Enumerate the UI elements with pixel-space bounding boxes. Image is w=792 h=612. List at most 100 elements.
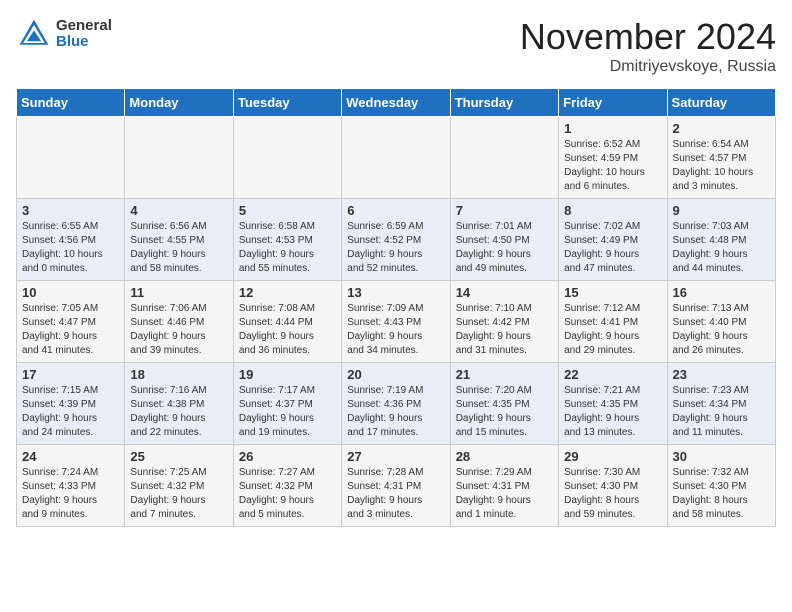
week-row-2: 3 Sunrise: 6:55 AM Sunset: 4:56 PM Daylig… bbox=[17, 199, 776, 281]
day-number: 19 bbox=[239, 367, 336, 382]
day-cell: 14 Sunrise: 7:10 AM Sunset: 4:42 PM Dayli… bbox=[450, 281, 558, 363]
header-tuesday: Tuesday bbox=[233, 89, 341, 117]
day-cell: 2Sunrise: 6:54 AM Sunset: 4:57 PM Daylig… bbox=[667, 117, 775, 199]
title-block: November 2024 Dmitriyevskoye, Russia bbox=[520, 16, 776, 76]
day-cell: 13 Sunrise: 7:09 AM Sunset: 4:43 PM Dayli… bbox=[342, 281, 450, 363]
logo-blue: Blue bbox=[56, 34, 112, 51]
day-cell: 15 Sunrise: 7:12 AM Sunset: 4:41 PM Dayli… bbox=[559, 281, 667, 363]
day-info: Sunrise: 7:02 AM Sunset: 4:49 PM Dayligh… bbox=[564, 220, 661, 276]
day-number: 12 bbox=[239, 285, 336, 300]
day-cell: 26Sunrise: 7:27 AM Sunset: 4:32 PM Dayli… bbox=[233, 445, 341, 527]
day-cell: 7 Sunrise: 7:01 AM Sunset: 4:50 PM Daylig… bbox=[450, 199, 558, 281]
day-info: Sunrise: 7:19 AM Sunset: 4:36 PM Dayligh… bbox=[347, 384, 444, 440]
day-info: Sunrise: 7:30 AM Sunset: 4:30 PM Dayligh… bbox=[564, 466, 661, 522]
day-info: Sunrise: 7:28 AM Sunset: 4:31 PM Dayligh… bbox=[347, 466, 444, 522]
day-cell: 20 Sunrise: 7:19 AM Sunset: 4:36 PM Dayli… bbox=[342, 363, 450, 445]
week-row-4: 17 Sunrise: 7:15 AM Sunset: 4:39 PM Dayli… bbox=[17, 363, 776, 445]
day-cell: 3 Sunrise: 6:55 AM Sunset: 4:56 PM Daylig… bbox=[17, 199, 125, 281]
day-number: 27 bbox=[347, 449, 444, 464]
day-number: 20 bbox=[347, 367, 444, 382]
day-info: Sunrise: 7:23 AM Sunset: 4:34 PM Dayligh… bbox=[673, 384, 770, 440]
day-info: Sunrise: 7:32 AM Sunset: 4:30 PM Dayligh… bbox=[673, 466, 770, 522]
day-number: 30 bbox=[673, 449, 770, 464]
day-number: 5 bbox=[239, 203, 336, 218]
logo-text: General Blue bbox=[56, 18, 112, 51]
day-number: 3 bbox=[22, 203, 119, 218]
day-number: 13 bbox=[347, 285, 444, 300]
day-cell: 12 Sunrise: 7:08 AM Sunset: 4:44 PM Dayli… bbox=[233, 281, 341, 363]
day-info: Sunrise: 7:03 AM Sunset: 4:48 PM Dayligh… bbox=[673, 220, 770, 276]
day-info: Sunrise: 6:59 AM Sunset: 4:52 PM Dayligh… bbox=[347, 220, 444, 276]
day-number: 15 bbox=[564, 285, 661, 300]
day-info: Sunrise: 7:29 AM Sunset: 4:31 PM Dayligh… bbox=[456, 466, 553, 522]
day-cell: 10 Sunrise: 7:05 AM Sunset: 4:47 PM Dayli… bbox=[17, 281, 125, 363]
day-info: Sunrise: 7:21 AM Sunset: 4:35 PM Dayligh… bbox=[564, 384, 661, 440]
day-cell: 11Sunrise: 7:06 AM Sunset: 4:46 PM Dayli… bbox=[125, 281, 233, 363]
month-title: November 2024 bbox=[520, 16, 776, 58]
location-title: Dmitriyevskoye, Russia bbox=[520, 58, 776, 76]
day-cell bbox=[342, 117, 450, 199]
week-row-1: 1 Sunrise: 6:52 AM Sunset: 4:59 PM Daylig… bbox=[17, 117, 776, 199]
day-cell bbox=[125, 117, 233, 199]
logo: General Blue bbox=[16, 16, 112, 52]
day-cell: 24 Sunrise: 7:24 AM Sunset: 4:33 PM Dayli… bbox=[17, 445, 125, 527]
day-number: 11 bbox=[130, 285, 227, 300]
day-info: Sunrise: 7:13 AM Sunset: 4:40 PM Dayligh… bbox=[673, 302, 770, 358]
day-cell: 27 Sunrise: 7:28 AM Sunset: 4:31 PM Dayli… bbox=[342, 445, 450, 527]
day-number: 23 bbox=[673, 367, 770, 382]
day-number: 21 bbox=[456, 367, 553, 382]
day-info: Sunrise: 7:08 AM Sunset: 4:44 PM Dayligh… bbox=[239, 302, 336, 358]
day-info: Sunrise: 6:55 AM Sunset: 4:56 PM Dayligh… bbox=[22, 220, 119, 276]
day-cell: 8 Sunrise: 7:02 AM Sunset: 4:49 PM Daylig… bbox=[559, 199, 667, 281]
page-header: General Blue November 2024 Dmitriyevskoy… bbox=[16, 16, 776, 76]
day-number: 18 bbox=[130, 367, 227, 382]
day-cell: 4Sunrise: 6:56 AM Sunset: 4:55 PM Daylig… bbox=[125, 199, 233, 281]
day-number: 17 bbox=[22, 367, 119, 382]
day-info: Sunrise: 6:58 AM Sunset: 4:53 PM Dayligh… bbox=[239, 220, 336, 276]
day-cell: 30 Sunrise: 7:32 AM Sunset: 4:30 PM Dayli… bbox=[667, 445, 775, 527]
day-cell: 5 Sunrise: 6:58 AM Sunset: 4:53 PM Daylig… bbox=[233, 199, 341, 281]
week-row-3: 10 Sunrise: 7:05 AM Sunset: 4:47 PM Dayli… bbox=[17, 281, 776, 363]
day-info: Sunrise: 7:16 AM Sunset: 4:38 PM Dayligh… bbox=[130, 384, 227, 440]
day-info: Sunrise: 7:12 AM Sunset: 4:41 PM Dayligh… bbox=[564, 302, 661, 358]
day-info: Sunrise: 7:09 AM Sunset: 4:43 PM Dayligh… bbox=[347, 302, 444, 358]
day-info: Sunrise: 6:54 AM Sunset: 4:57 PM Dayligh… bbox=[673, 138, 770, 194]
day-info: Sunrise: 6:52 AM Sunset: 4:59 PM Dayligh… bbox=[564, 138, 661, 194]
day-cell: 16Sunrise: 7:13 AM Sunset: 4:40 PM Dayli… bbox=[667, 281, 775, 363]
day-cell: 19Sunrise: 7:17 AM Sunset: 4:37 PM Dayli… bbox=[233, 363, 341, 445]
day-info: Sunrise: 7:27 AM Sunset: 4:32 PM Dayligh… bbox=[239, 466, 336, 522]
day-info: Sunrise: 7:05 AM Sunset: 4:47 PM Dayligh… bbox=[22, 302, 119, 358]
day-number: 6 bbox=[347, 203, 444, 218]
day-cell: 28 Sunrise: 7:29 AM Sunset: 4:31 PM Dayli… bbox=[450, 445, 558, 527]
day-info: Sunrise: 7:01 AM Sunset: 4:50 PM Dayligh… bbox=[456, 220, 553, 276]
header-saturday: Saturday bbox=[667, 89, 775, 117]
day-number: 9 bbox=[673, 203, 770, 218]
day-cell: 21Sunrise: 7:20 AM Sunset: 4:35 PM Dayli… bbox=[450, 363, 558, 445]
header-wednesday: Wednesday bbox=[342, 89, 450, 117]
day-cell: 9 Sunrise: 7:03 AM Sunset: 4:48 PM Daylig… bbox=[667, 199, 775, 281]
day-number: 28 bbox=[456, 449, 553, 464]
day-number: 8 bbox=[564, 203, 661, 218]
logo-icon bbox=[16, 16, 52, 52]
day-number: 1 bbox=[564, 121, 661, 136]
day-info: Sunrise: 7:15 AM Sunset: 4:39 PM Dayligh… bbox=[22, 384, 119, 440]
header-row: SundayMondayTuesdayWednesdayThursdayFrid… bbox=[17, 89, 776, 117]
day-info: Sunrise: 7:25 AM Sunset: 4:32 PM Dayligh… bbox=[130, 466, 227, 522]
day-number: 7 bbox=[456, 203, 553, 218]
day-info: Sunrise: 7:24 AM Sunset: 4:33 PM Dayligh… bbox=[22, 466, 119, 522]
logo-general: General bbox=[56, 18, 112, 35]
day-cell bbox=[450, 117, 558, 199]
day-cell: 23 Sunrise: 7:23 AM Sunset: 4:34 PM Dayli… bbox=[667, 363, 775, 445]
day-number: 10 bbox=[22, 285, 119, 300]
day-cell: 18 Sunrise: 7:16 AM Sunset: 4:38 PM Dayli… bbox=[125, 363, 233, 445]
day-info: Sunrise: 7:10 AM Sunset: 4:42 PM Dayligh… bbox=[456, 302, 553, 358]
day-number: 14 bbox=[456, 285, 553, 300]
day-cell: 1 Sunrise: 6:52 AM Sunset: 4:59 PM Daylig… bbox=[559, 117, 667, 199]
week-row-5: 24 Sunrise: 7:24 AM Sunset: 4:33 PM Dayli… bbox=[17, 445, 776, 527]
day-cell: 29Sunrise: 7:30 AM Sunset: 4:30 PM Dayli… bbox=[559, 445, 667, 527]
day-cell bbox=[17, 117, 125, 199]
day-cell: 6 Sunrise: 6:59 AM Sunset: 4:52 PM Daylig… bbox=[342, 199, 450, 281]
header-monday: Monday bbox=[125, 89, 233, 117]
day-number: 24 bbox=[22, 449, 119, 464]
day-number: 25 bbox=[130, 449, 227, 464]
